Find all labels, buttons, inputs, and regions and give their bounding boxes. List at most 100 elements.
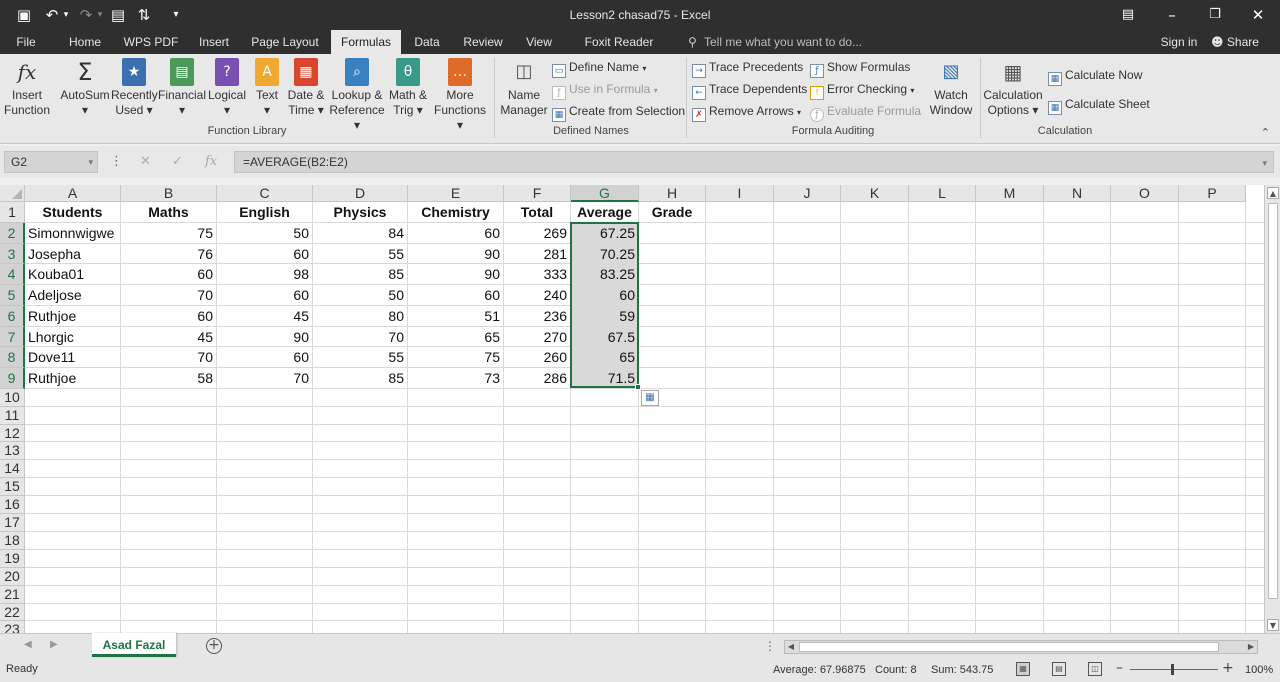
create-from-selection-button[interactable]: ▦ Create from Selection [552, 102, 685, 122]
column-header-p[interactable]: P [1179, 185, 1246, 202]
row-header-14[interactable]: 14 [0, 460, 25, 479]
cell-f5[interactable]: 240 [504, 285, 570, 305]
row-header-20[interactable]: 20 [0, 567, 25, 586]
insert-function-icon[interactable]: fx [205, 154, 217, 169]
cell-b9[interactable]: 58 [121, 368, 216, 388]
cell-e4[interactable]: 90 [408, 264, 503, 284]
row-header-3[interactable]: 3 [0, 243, 25, 265]
cell-e2[interactable]: 60 [408, 223, 503, 243]
column-header-l[interactable]: L [909, 185, 976, 202]
status-average[interactable]: Average: 67.96875 [773, 664, 866, 676]
cell-a6[interactable]: Ruthjoe [25, 306, 120, 326]
use-in-formula-button[interactable]: ƒ Use in Formula ▾ [552, 80, 658, 100]
tab-foxit-reader-pdf[interactable]: Foxit Reader PDF [572, 30, 666, 74]
share-button[interactable]: ☻ Share [1208, 30, 1262, 54]
ribbon-display-options-icon[interactable]: ▤ [1106, 0, 1150, 30]
cell-a2[interactable]: Simonnwigwe [25, 223, 120, 243]
cell-f4[interactable]: 333 [504, 264, 570, 284]
row-header-7[interactable]: 7 [0, 326, 25, 348]
restore-button[interactable]: ❐ [1193, 0, 1237, 30]
name-manager-button[interactable]: ◫ Name Manager [498, 58, 550, 118]
sheet-tab-asad-fazal[interactable]: Asad Fazal [92, 633, 176, 657]
row-header-22[interactable]: 22 [0, 603, 25, 622]
cell-g4[interactable]: 83.25 [571, 264, 638, 284]
cell-g7[interactable]: 67.5 [571, 326, 638, 347]
tab-file[interactable]: File [8, 30, 44, 54]
row-header-19[interactable]: 19 [0, 549, 25, 568]
cell-b5[interactable]: 70 [121, 285, 216, 305]
vertical-scroll-thumb[interactable] [1268, 203, 1278, 599]
cell-d6[interactable]: 80 [313, 306, 407, 326]
formula-input[interactable]: =AVERAGE(B2:E2) ▾ [234, 151, 1274, 173]
cell-d4[interactable]: 85 [313, 264, 407, 284]
row-header-4[interactable]: 4 [0, 264, 25, 285]
define-name-button[interactable]: ▭ Define Name ▾ [552, 58, 646, 78]
cell-g2[interactable]: 67.25 [571, 222, 638, 243]
cell-c4[interactable]: 98 [217, 264, 312, 284]
header-cell-c[interactable]: English [217, 202, 312, 222]
tab-page-layout[interactable]: Page Layout [249, 30, 321, 54]
normal-view-icon[interactable]: ▦ [1016, 662, 1030, 676]
page-layout-view-icon[interactable]: ▤ [1052, 662, 1066, 676]
cell-c6[interactable]: 45 [217, 306, 312, 326]
cell-a4[interactable]: Kouba01 [25, 264, 120, 284]
column-header-j[interactable]: J [774, 185, 841, 202]
row-header-1[interactable]: 1 [0, 202, 25, 223]
row-header-10[interactable]: 10 [0, 388, 25, 407]
cell-f8[interactable]: 260 [504, 347, 570, 367]
recently-used-button[interactable]: ★ Recently Used ▾ [111, 58, 158, 118]
cell-e3[interactable]: 90 [408, 244, 503, 264]
more-options-icon[interactable]: ⋮ [110, 154, 123, 169]
text-button[interactable]: A Text ▾ [250, 58, 284, 118]
header-cell-d[interactable]: Physics [313, 202, 407, 222]
financial-button[interactable]: ▤ Financial ▾ [158, 58, 206, 118]
math-trig-button[interactable]: θ Math & Trig ▾ [386, 58, 430, 118]
remove-arrows-button[interactable]: ✗ Remove Arrows ▾ [692, 102, 801, 122]
cell-e9[interactable]: 73 [408, 368, 503, 388]
autosum-button[interactable]: Σ AutoSum ▾ [58, 58, 112, 118]
cell-c2[interactable]: 50 [217, 223, 312, 243]
lookup-reference-button[interactable]: ⌕ Lookup & Reference ▾ [328, 58, 386, 133]
show-formulas-button[interactable]: ƒ Show Formulas [810, 58, 910, 78]
date-time-button[interactable]: ▦ Date & Time ▾ [284, 58, 328, 118]
cell-b4[interactable]: 60 [121, 264, 216, 284]
cell-f9[interactable]: 286 [504, 368, 570, 388]
cell-d9[interactable]: 85 [313, 368, 407, 388]
header-cell-b[interactable]: Maths [121, 202, 216, 222]
tab-formulas[interactable]: Formulas [331, 30, 401, 54]
cell-d2[interactable]: 84 [313, 223, 407, 243]
cell-f7[interactable]: 270 [504, 327, 570, 347]
cell-c3[interactable]: 60 [217, 244, 312, 264]
row-header-13[interactable]: 13 [0, 442, 25, 461]
trace-precedents-button[interactable]: → Trace Precedents [692, 58, 803, 78]
tab-home[interactable]: Home [62, 30, 108, 54]
row-header-17[interactable]: 17 [0, 514, 25, 532]
name-box[interactable]: G2 ▾ [4, 151, 98, 173]
column-header-d[interactable]: D [313, 185, 408, 202]
select-all-button[interactable] [0, 185, 25, 202]
column-header-k[interactable]: K [841, 185, 909, 202]
evaluate-formula-button[interactable]: ƒ Evaluate Formula [810, 102, 921, 122]
next-sheet-icon[interactable]: ▶ [50, 639, 58, 650]
cell-d3[interactable]: 55 [313, 244, 407, 264]
cell-b2[interactable]: 75 [121, 223, 216, 243]
cell-d7[interactable]: 70 [313, 327, 407, 347]
cell-a5[interactable]: Adeljose [25, 285, 120, 305]
cell-c7[interactable]: 90 [217, 327, 312, 347]
vertical-scrollbar[interactable]: ▲ ▼ [1264, 185, 1280, 633]
name-box-dropdown-icon[interactable]: ▾ [88, 152, 93, 172]
error-checking-button[interactable]: ! Error Checking ▾ [810, 80, 914, 100]
quick-analysis-icon[interactable]: ▦ [641, 390, 659, 406]
cell-f3[interactable]: 281 [504, 244, 570, 264]
column-header-o[interactable]: O [1111, 185, 1179, 202]
tab-split-handle[interactable]: ⋮ [764, 639, 776, 653]
cell-g6[interactable]: 59 [571, 305, 638, 326]
cell-f6[interactable]: 236 [504, 306, 570, 326]
insert-function-button[interactable]: fx Insert Function [2, 58, 52, 118]
status-sum[interactable]: Sum: 543.75 [931, 664, 993, 676]
header-cell-g[interactable]: Average [571, 202, 638, 222]
cell-a7[interactable]: Lhorgic [25, 327, 120, 347]
row-header-6[interactable]: 6 [0, 305, 25, 327]
row-header-23[interactable]: 23 [0, 621, 25, 633]
column-header-i[interactable]: I [706, 185, 774, 202]
